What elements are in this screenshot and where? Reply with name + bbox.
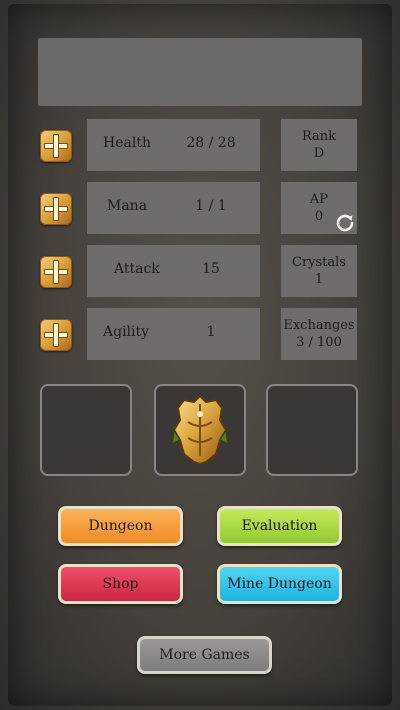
rank-value: D — [313, 146, 325, 161]
rank-label: Rank — [301, 129, 337, 144]
equipment-slot-right[interactable] — [266, 384, 358, 476]
stat-value: 1 — [206, 324, 216, 340]
stat-value: 28 / 28 — [186, 135, 236, 151]
stat-agility: Agility 1 — [87, 308, 260, 360]
crystals-value: 1 — [314, 272, 324, 287]
stat-mana: Mana 1 / 1 — [87, 182, 260, 234]
stat-attack: Attack 15 — [87, 245, 260, 297]
ap-label: AP — [309, 192, 329, 207]
shop-button[interactable]: Shop — [58, 564, 183, 604]
evaluation-button[interactable]: Evaluation — [217, 506, 342, 546]
crystals-label: Crystals — [292, 255, 346, 270]
exchanges-label: Exchanges — [283, 318, 355, 333]
golden-armor-icon — [171, 394, 229, 466]
refresh-icon[interactable] — [333, 211, 357, 235]
exchanges-value: 3 / 100 — [296, 335, 342, 350]
stat-label: Agility — [103, 324, 150, 340]
rank-box: Rank D — [281, 119, 357, 171]
equipment-slot-center[interactable] — [154, 384, 246, 476]
mine-dungeon-button[interactable]: Mine Dungeon — [217, 564, 342, 604]
crystals-box: Crystals 1 — [281, 245, 357, 297]
add-mana-button[interactable] — [40, 193, 72, 225]
dungeon-button[interactable]: Dungeon — [58, 506, 183, 546]
equipment-slot-left[interactable] — [40, 384, 132, 476]
ap-value: 0 — [314, 209, 324, 224]
stat-value: 15 — [202, 261, 220, 277]
stat-label: Mana — [107, 198, 148, 214]
character-name-bar — [38, 38, 362, 106]
stat-label: Health — [103, 135, 151, 151]
stat-value: 1 / 1 — [195, 198, 227, 214]
exchanges-box: Exchanges 3 / 100 — [281, 308, 357, 360]
add-health-button[interactable] — [40, 130, 72, 162]
add-agility-button[interactable] — [40, 319, 72, 351]
more-games-button[interactable]: More Games — [137, 636, 272, 674]
stat-label: Attack — [114, 261, 160, 277]
stat-health: Health 28 / 28 — [87, 119, 260, 171]
add-attack-button[interactable] — [40, 256, 72, 288]
